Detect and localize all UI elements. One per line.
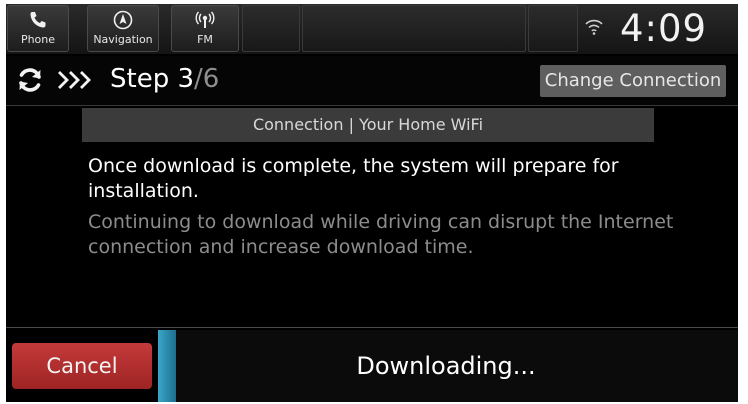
chevron-triple-icon (58, 71, 91, 89)
cancel-button[interactable]: Cancel (12, 343, 152, 389)
tab-fm-label: FM (197, 33, 213, 46)
message-secondary: Continuing to download while driving can… (88, 211, 674, 258)
step-indicator: Step 3/6 (110, 64, 219, 94)
connection-banner: Connection | Your Home WiFi (82, 108, 654, 142)
download-status: Downloading... (356, 352, 536, 380)
navigation-icon (113, 10, 133, 30)
wifi-signal-icon (585, 19, 603, 35)
head-unit-screen: Phone Navigation FM 4:09 Step 3/6 Change… (6, 4, 738, 402)
empty-slot (528, 5, 578, 52)
radio-icon (195, 11, 215, 28)
tab-navigation[interactable]: Navigation (87, 5, 159, 52)
tab-fm[interactable]: FM (171, 5, 239, 52)
status-bar: Phone Navigation FM 4:09 (6, 4, 738, 54)
step-header: Step 3/6 Change Connection (6, 56, 738, 106)
tab-phone-label: Phone (20, 33, 56, 46)
tab-navigation-label: Navigation (93, 33, 153, 46)
download-status-area: Downloading... (176, 330, 738, 402)
tab-phone[interactable]: Phone (7, 5, 69, 52)
change-connection-button[interactable]: Change Connection (540, 65, 726, 97)
phone-icon (30, 12, 46, 28)
sync-icon (19, 68, 41, 92)
clock: 4:09 (620, 7, 708, 50)
footer-divider (6, 327, 738, 328)
step-current: Step 3 (110, 64, 195, 94)
empty-slot (242, 5, 300, 52)
status-accent-bar (158, 330, 176, 402)
message-primary: Once download is complete, the system wi… (88, 155, 619, 202)
step-total: /6 (194, 64, 220, 94)
empty-slot (302, 5, 526, 52)
header-divider (6, 105, 738, 106)
